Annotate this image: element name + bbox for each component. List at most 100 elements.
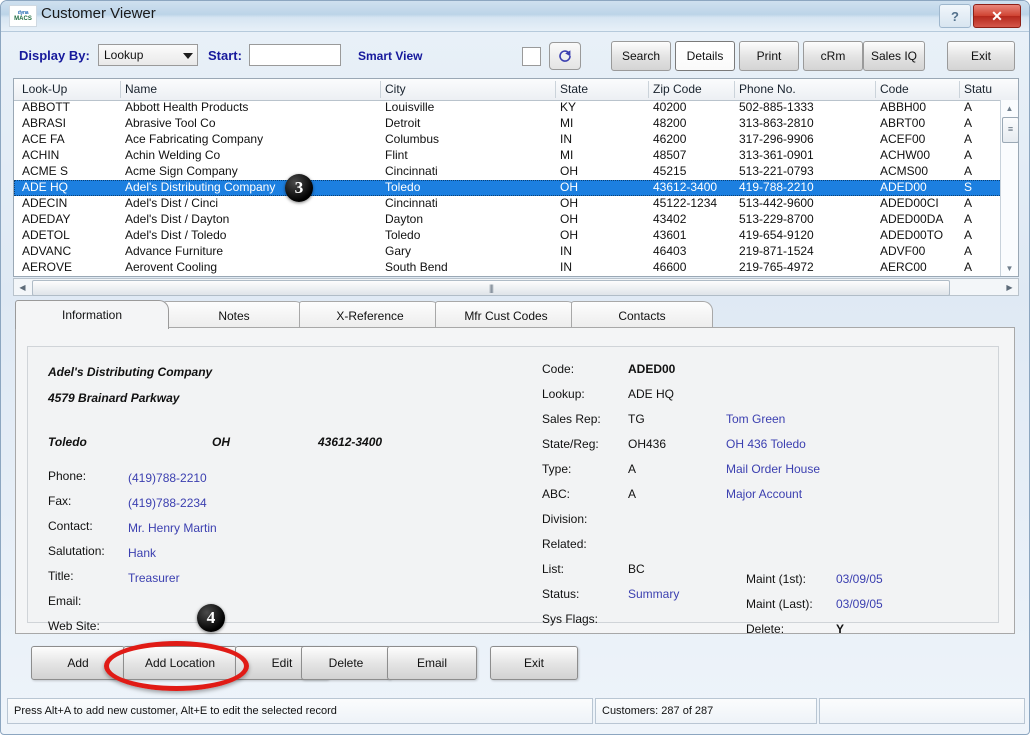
detail-value-salesrep: TG (628, 412, 645, 426)
detail-value-fax[interactable]: (419)788-2234 (128, 496, 207, 510)
display-by-select[interactable]: Lookup (98, 44, 198, 66)
scroll-right-icon[interactable]: ▶ (1001, 279, 1018, 295)
cell-city: Flint (385, 148, 408, 162)
display-by-value: Lookup (104, 48, 144, 62)
table-row[interactable]: ADE HQ Adel's Distributing Company Toledo O… (14, 180, 1018, 196)
tab-contacts[interactable]: Contacts (571, 301, 713, 329)
cell-city: Toledo (385, 180, 421, 194)
cell-state: MI (560, 116, 574, 130)
table-row[interactable]: ACE FA Ace Fabricating Company Columbus IN 4… (14, 132, 1018, 148)
toolbar-button-details[interactable]: Details (675, 41, 735, 71)
cell-state: KY (560, 100, 577, 114)
grid-column-divider[interactable] (380, 81, 381, 98)
action-button-exit[interactable]: Exit (490, 646, 578, 680)
toolbar-button-exit[interactable]: Exit (947, 41, 1015, 71)
cell-city: Cincinnati (385, 164, 438, 178)
table-row[interactable]: ABBOTT Abbott Health Products Louisville KY… (14, 100, 1018, 116)
table-row[interactable]: ADETOL Adel's Dist / Toledo Toledo OH 43601 4… (14, 228, 1018, 244)
detail-value-type: A (628, 462, 637, 476)
detail-value-maint(st)[interactable]: 03/09/05 (836, 572, 883, 586)
detail-value-maint(last)[interactable]: 03/09/05 (836, 597, 883, 611)
detail-desc-statereg[interactable]: OH 436 Toledo (726, 437, 806, 451)
cell-code: ABRT00 (880, 116, 926, 130)
detail-value-title[interactable]: Treasurer (128, 571, 180, 585)
cell-phone: 513-442-9600 (739, 196, 814, 210)
start-input[interactable] (249, 44, 341, 66)
grid-column-header-code[interactable]: Code (880, 82, 909, 96)
table-row[interactable]: ADVANC Advance Furniture Gary IN 46403 219-87… (14, 244, 1018, 260)
grid-column-header-phone-no-[interactable]: Phone No. (739, 82, 796, 96)
grid-vertical-scrollbar[interactable]: ▲ ≡ ▼ (1000, 100, 1019, 276)
window-title: Customer Viewer (41, 5, 156, 22)
grid-column-divider[interactable] (959, 81, 960, 98)
cell-code: ACEF00 (880, 132, 926, 146)
action-button-email[interactable]: Email (387, 646, 477, 680)
status-extra (819, 698, 1025, 724)
grid-column-header-name[interactable]: Name (125, 82, 157, 96)
detail-desc-abc[interactable]: Major Account (726, 487, 802, 501)
smart-view-link[interactable]: Smart View (358, 49, 422, 63)
cell-zip: 46403 (653, 244, 687, 258)
cell-name: Achin Welding Co (125, 148, 221, 162)
table-row[interactable]: AEROVE Aerovent Cooling South Bend IN 46600 2… (14, 260, 1018, 276)
detail-label-contact: Contact: (48, 519, 93, 533)
grid-column-header-state[interactable]: State (560, 82, 588, 96)
table-row[interactable]: ADEDAY Adel's Dist / Dayton Dayton OH 43402 5… (14, 212, 1018, 228)
cell-phone: 317-296-9906 (739, 132, 814, 146)
detail-value-contact[interactable]: Mr. Henry Martin (128, 521, 217, 535)
toolbar-button-search[interactable]: Search (611, 41, 671, 71)
detail-address: 4579 Brainard Parkway (48, 391, 180, 405)
grid-column-divider[interactable] (734, 81, 735, 98)
cell-state: OH (560, 196, 578, 210)
grid-column-header-city[interactable]: City (385, 82, 406, 96)
close-button[interactable]: ✕ (973, 4, 1021, 28)
grid-column-header-look-up[interactable]: Look-Up (22, 82, 67, 96)
title-bar: dyna MACS Customer Viewer ? ✕ (1, 1, 1029, 32)
grid-column-divider[interactable] (875, 81, 876, 98)
grid-column-divider[interactable] (555, 81, 556, 98)
action-button-delete[interactable]: Delete (301, 646, 391, 680)
cell-phone: 419-654-9120 (739, 228, 814, 242)
scroll-down-icon[interactable]: ▼ (1001, 260, 1018, 276)
horizontal-scroll-thumb[interactable]: ||| (32, 280, 950, 296)
cell-status: A (964, 244, 973, 258)
table-row[interactable]: ACHIN Achin Welding Co Flint MI 48507 313-361… (14, 148, 1018, 164)
grid-column-divider[interactable] (120, 81, 121, 98)
grid-column-divider[interactable] (648, 81, 649, 98)
detail-desc-salesrep[interactable]: Tom Green (726, 412, 785, 426)
tab-notes[interactable]: Notes (163, 301, 305, 329)
table-row[interactable]: ABRASI Abrasive Tool Co Detroit MI 48200 313-… (14, 116, 1018, 132)
detail-tabs[interactable]: Information Notes X-Reference Mfr Cust Code… (15, 300, 1015, 329)
tab-information[interactable]: Information (15, 300, 169, 329)
refresh-button[interactable] (549, 42, 581, 70)
table-row[interactable]: ADECIN Adel's Dist / Cinci Cincinnati OH 451… (14, 196, 1018, 212)
toolbar-button-crm[interactable]: cRm (803, 41, 863, 71)
detail-value-abc: A (628, 487, 637, 501)
toolbar-button-sales-iq[interactable]: Sales IQ (863, 41, 925, 71)
smart-view-checkbox[interactable] (522, 47, 541, 66)
grid-body[interactable]: ABBOTT Abbott Health Products Louisville KY… (14, 100, 1018, 276)
detail-value-status[interactable]: Summary (628, 587, 679, 601)
cell-phone: 419-788-2210 (739, 180, 814, 194)
help-button[interactable]: ? (939, 4, 971, 28)
cell-status: A (964, 196, 973, 210)
scroll-up-icon[interactable]: ▲ (1001, 100, 1018, 116)
detail-desc-type[interactable]: Mail Order House (726, 462, 820, 476)
cell-status: A (964, 164, 973, 178)
table-row[interactable]: ACME S Acme Sign Company Cincinnati OH 45215… (14, 164, 1018, 180)
cell-city: Cincinnati (385, 196, 438, 210)
detail-value-salutation[interactable]: Hank (128, 546, 156, 560)
tab-x-reference[interactable]: X-Reference (299, 301, 441, 329)
detail-value-phone[interactable]: (419)788-2210 (128, 471, 207, 485)
cell-lookup: ADE HQ (22, 180, 69, 194)
cell-name: Adel's Dist / Toledo (125, 228, 227, 242)
grid-horizontal-scrollbar[interactable]: ◀ ||| ▶ (13, 278, 1019, 296)
scroll-left-icon[interactable]: ◀ (14, 279, 31, 295)
grid-column-header-statu[interactable]: Statu (964, 82, 992, 96)
cell-name: Adel's Dist / Dayton (125, 212, 230, 226)
customer-grid[interactable]: Look-Up Name City State Zip Code Phone No. Cod… (13, 78, 1019, 277)
grid-column-header-zip-code[interactable]: Zip Code (653, 82, 702, 96)
vertical-scroll-thumb[interactable]: ≡ (1002, 117, 1019, 143)
tab-mfr-cust-codes[interactable]: Mfr Cust Codes (435, 301, 577, 329)
toolbar-button-print[interactable]: Print (739, 41, 799, 71)
